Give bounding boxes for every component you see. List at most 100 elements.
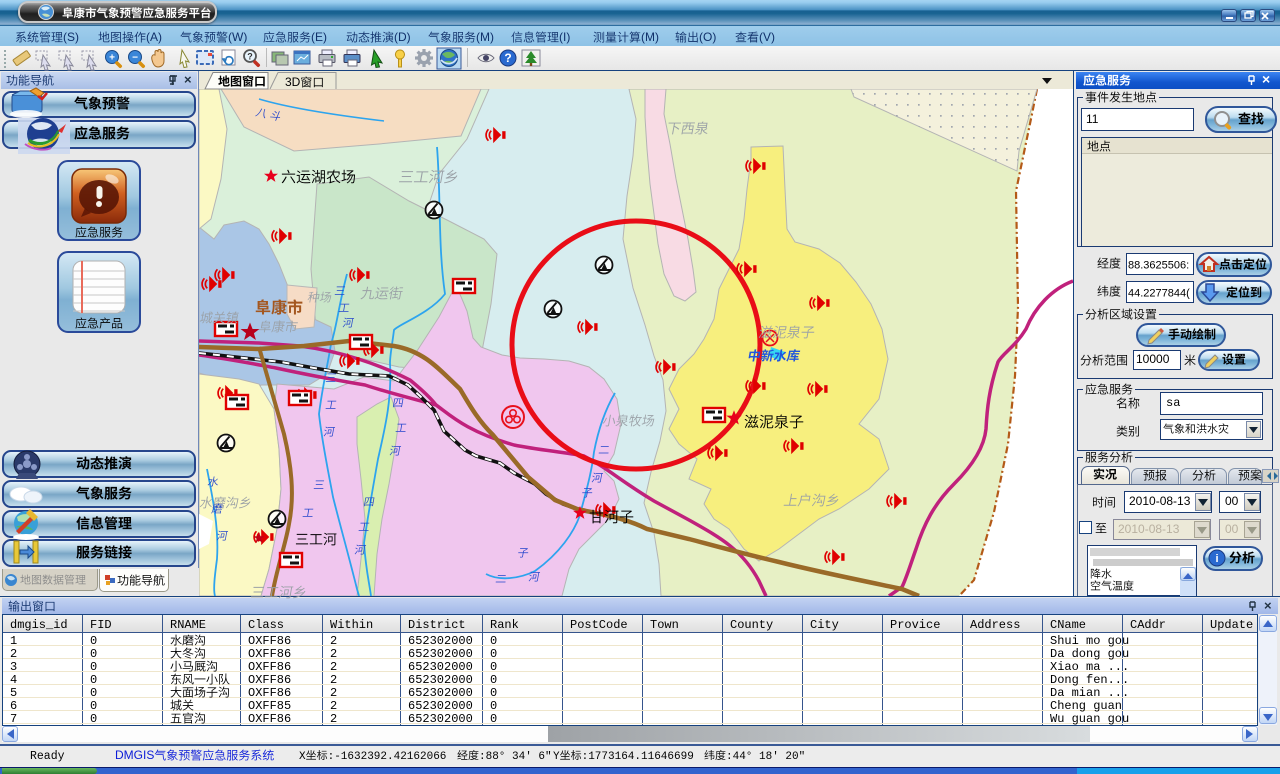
svg-text:RNAME: RNAME [170,618,206,632]
svg-text:OXFF85: OXFF85 [248,699,291,713]
svg-text:0: 0 [490,712,497,726]
svg-text:DMGIS: DMGIS [115,748,154,762]
svg-text:0: 0 [490,699,497,713]
svg-text:6: 6 [10,699,17,713]
svg-text:Within: Within [330,618,373,632]
svg-text:2: 2 [330,686,337,700]
svg-text:652302000: 652302000 [408,660,473,674]
svg-text:Rank: Rank [490,618,519,632]
svg-text:PostCode: PostCode [570,618,628,632]
svg-text:CAddr: CAddr [1130,618,1166,632]
svg-text:OXFF86: OXFF86 [248,712,291,726]
svg-text:(M): (M) [641,30,659,44]
svg-text::44° 18′ 20″: :44° 18′ 20″ [726,751,805,763]
svg-text:(A): (A) [146,30,162,44]
svg-text:(I): (I) [559,30,570,44]
svg-text:Da dong gou: Da dong gou [1050,647,1129,661]
svg-text:00: 00 [1225,494,1239,508]
svg-text:00: 00 [1225,522,1239,536]
svg-text:2: 2 [330,699,337,713]
svg-text:Ready: Ready [30,750,65,763]
svg-text:OXFF86: OXFF86 [248,673,291,687]
svg-text:?: ? [247,52,253,62]
svg-text:Xiao ma ...: Xiao ma ... [1050,660,1129,674]
svg-text:0: 0 [490,660,497,674]
svg-text:7: 7 [10,712,17,726]
svg-text:3: 3 [10,660,17,674]
svg-text:i: i [1215,553,1218,565]
svg-text::1773164.11646699: :1773164.11646699 [582,751,694,763]
svg-text:OXFF86: OXFF86 [248,634,291,648]
svg-text:2010-08-13: 2010-08-13 [1118,522,1180,536]
svg-text:652302000: 652302000 [408,686,473,700]
svg-text:Provice: Provice [890,618,940,632]
svg-text:652302000: 652302000 [408,712,473,726]
svg-text:0: 0 [90,712,97,726]
svg-text:(E): (E) [311,30,327,44]
svg-text:4: 4 [10,673,17,687]
svg-text:3D: 3D [285,75,301,89]
svg-text:sa: sa [1166,396,1180,410]
svg-text:0: 0 [90,647,97,661]
svg-text:0: 0 [90,634,97,648]
svg-text:X: X [299,751,306,763]
svg-text:2: 2 [330,712,337,726]
svg-text:0: 0 [490,686,497,700]
svg-text:OXFF86: OXFF86 [248,647,291,661]
svg-text:Class: Class [248,618,284,632]
svg-text:dmgis_id: dmgis_id [10,618,68,632]
svg-text:?: ? [504,51,511,65]
svg-text:2010-08-13: 2010-08-13 [1129,494,1191,508]
svg-text:×: × [184,72,192,87]
svg-text:Da mian ...: Da mian ... [1050,686,1129,700]
svg-text:0: 0 [490,647,497,661]
svg-text:Update: Update [1210,618,1253,632]
svg-text:2: 2 [330,660,337,674]
svg-text:1: 1 [10,634,17,648]
svg-text::-1632392.42162066: :-1632392.42162066 [328,751,447,763]
svg-text:0: 0 [90,673,97,687]
svg-text:5: 5 [10,686,17,700]
svg-text:+: + [109,53,115,64]
svg-text:(V): (V) [759,30,775,44]
svg-text:(O): (O) [699,30,716,44]
svg-text:CName: CName [1050,618,1086,632]
svg-text:−: − [132,53,138,64]
svg-text:×: × [1262,71,1270,87]
svg-text:652302000: 652302000 [408,699,473,713]
svg-text:88.3625506:: 88.3625506: [1128,259,1189,271]
svg-text:Address: Address [970,618,1020,632]
svg-text:(S): (S) [63,30,79,44]
svg-text:Wu guan gou: Wu guan gou [1050,712,1129,726]
svg-text:Cheng guan: Cheng guan [1050,699,1122,713]
svg-text::88° 34′ 6″: :88° 34′ 6″ [479,751,552,763]
svg-text:OXFF86: OXFF86 [248,660,291,674]
svg-text:652302000: 652302000 [408,634,473,648]
svg-text:Shui mo gou: Shui mo gou [1050,634,1129,648]
svg-text:County: County [730,618,773,632]
svg-text:(W): (W) [228,30,247,44]
svg-text:44.2277844(: 44.2277844( [1128,287,1190,299]
svg-text:11: 11 [1086,112,1099,126]
svg-text:FID: FID [90,618,112,632]
svg-text:(D): (D) [394,30,411,44]
svg-text:Dong fen...: Dong fen... [1050,673,1129,687]
svg-text:District: District [408,618,466,632]
svg-text:2: 2 [330,647,337,661]
svg-text:0: 0 [490,634,497,648]
svg-text:×: × [1264,598,1272,613]
svg-text:2: 2 [330,634,337,648]
svg-text:0: 0 [90,699,97,713]
svg-text:0: 0 [90,686,97,700]
svg-text:0: 0 [90,660,97,674]
svg-text:2: 2 [330,673,337,687]
svg-text:652302000: 652302000 [408,673,473,687]
svg-text:(M): (M) [476,30,494,44]
svg-text:0: 0 [490,673,497,687]
svg-text:10000: 10000 [1136,352,1170,366]
svg-text:Y: Y [553,751,560,763]
svg-text:OXFF86: OXFF86 [248,686,291,700]
svg-text:2: 2 [10,647,17,661]
svg-text:652302000: 652302000 [408,647,473,661]
svg-text:Town: Town [650,618,679,632]
